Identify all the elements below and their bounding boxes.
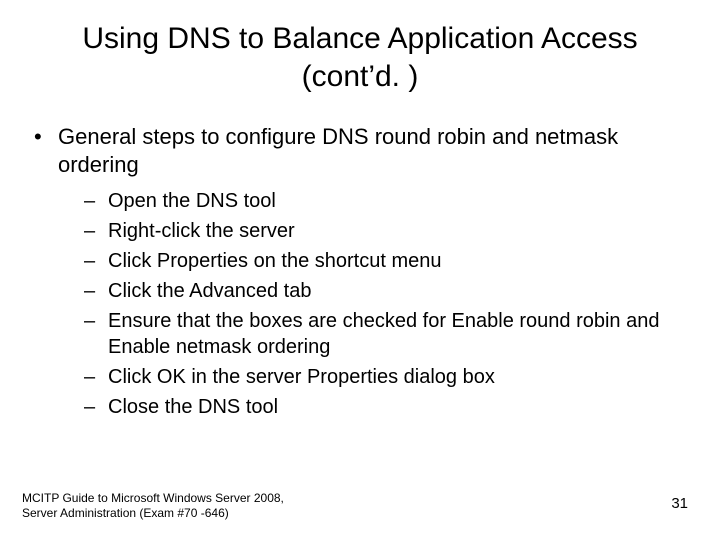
- list-item: Click the Advanced tab: [84, 278, 692, 304]
- bullet-text: Close the DNS tool: [108, 396, 278, 418]
- footer-citation: MCITP Guide to Microsoft Windows Server …: [22, 491, 284, 522]
- footer-line: Server Administration (Exam #70 -646): [22, 506, 284, 522]
- slide-title: Using DNS to Balance Application Access …: [0, 0, 720, 105]
- list-item: General steps to configure DNS round rob…: [28, 123, 692, 420]
- list-item: Click Properties on the shortcut menu: [84, 248, 692, 274]
- list-item: Open the DNS tool: [84, 188, 692, 214]
- slide: Using DNS to Balance Application Access …: [0, 0, 720, 540]
- bullet-text: Right-click the server: [108, 220, 295, 242]
- list-item: Right-click the server: [84, 218, 692, 244]
- page-number: 31: [671, 495, 688, 512]
- slide-body: General steps to configure DNS round rob…: [0, 105, 720, 420]
- bullet-list-level2: Open the DNS tool Right-click the server…: [58, 188, 692, 420]
- bullet-text: Ensure that the boxes are checked for En…: [108, 310, 659, 358]
- bullet-list-level1: General steps to configure DNS round rob…: [28, 123, 692, 420]
- bullet-text: Open the DNS tool: [108, 190, 276, 212]
- footer-line: MCITP Guide to Microsoft Windows Server …: [22, 491, 284, 507]
- list-item: Ensure that the boxes are checked for En…: [84, 308, 692, 360]
- bullet-text: Click Properties on the shortcut menu: [108, 250, 442, 272]
- bullet-text: General steps to configure DNS round rob…: [58, 124, 618, 177]
- list-item: Click OK in the server Properties dialog…: [84, 364, 692, 390]
- bullet-text: Click OK in the server Properties dialog…: [108, 366, 495, 388]
- bullet-text: Click the Advanced tab: [108, 280, 311, 302]
- list-item: Close the DNS tool: [84, 394, 692, 420]
